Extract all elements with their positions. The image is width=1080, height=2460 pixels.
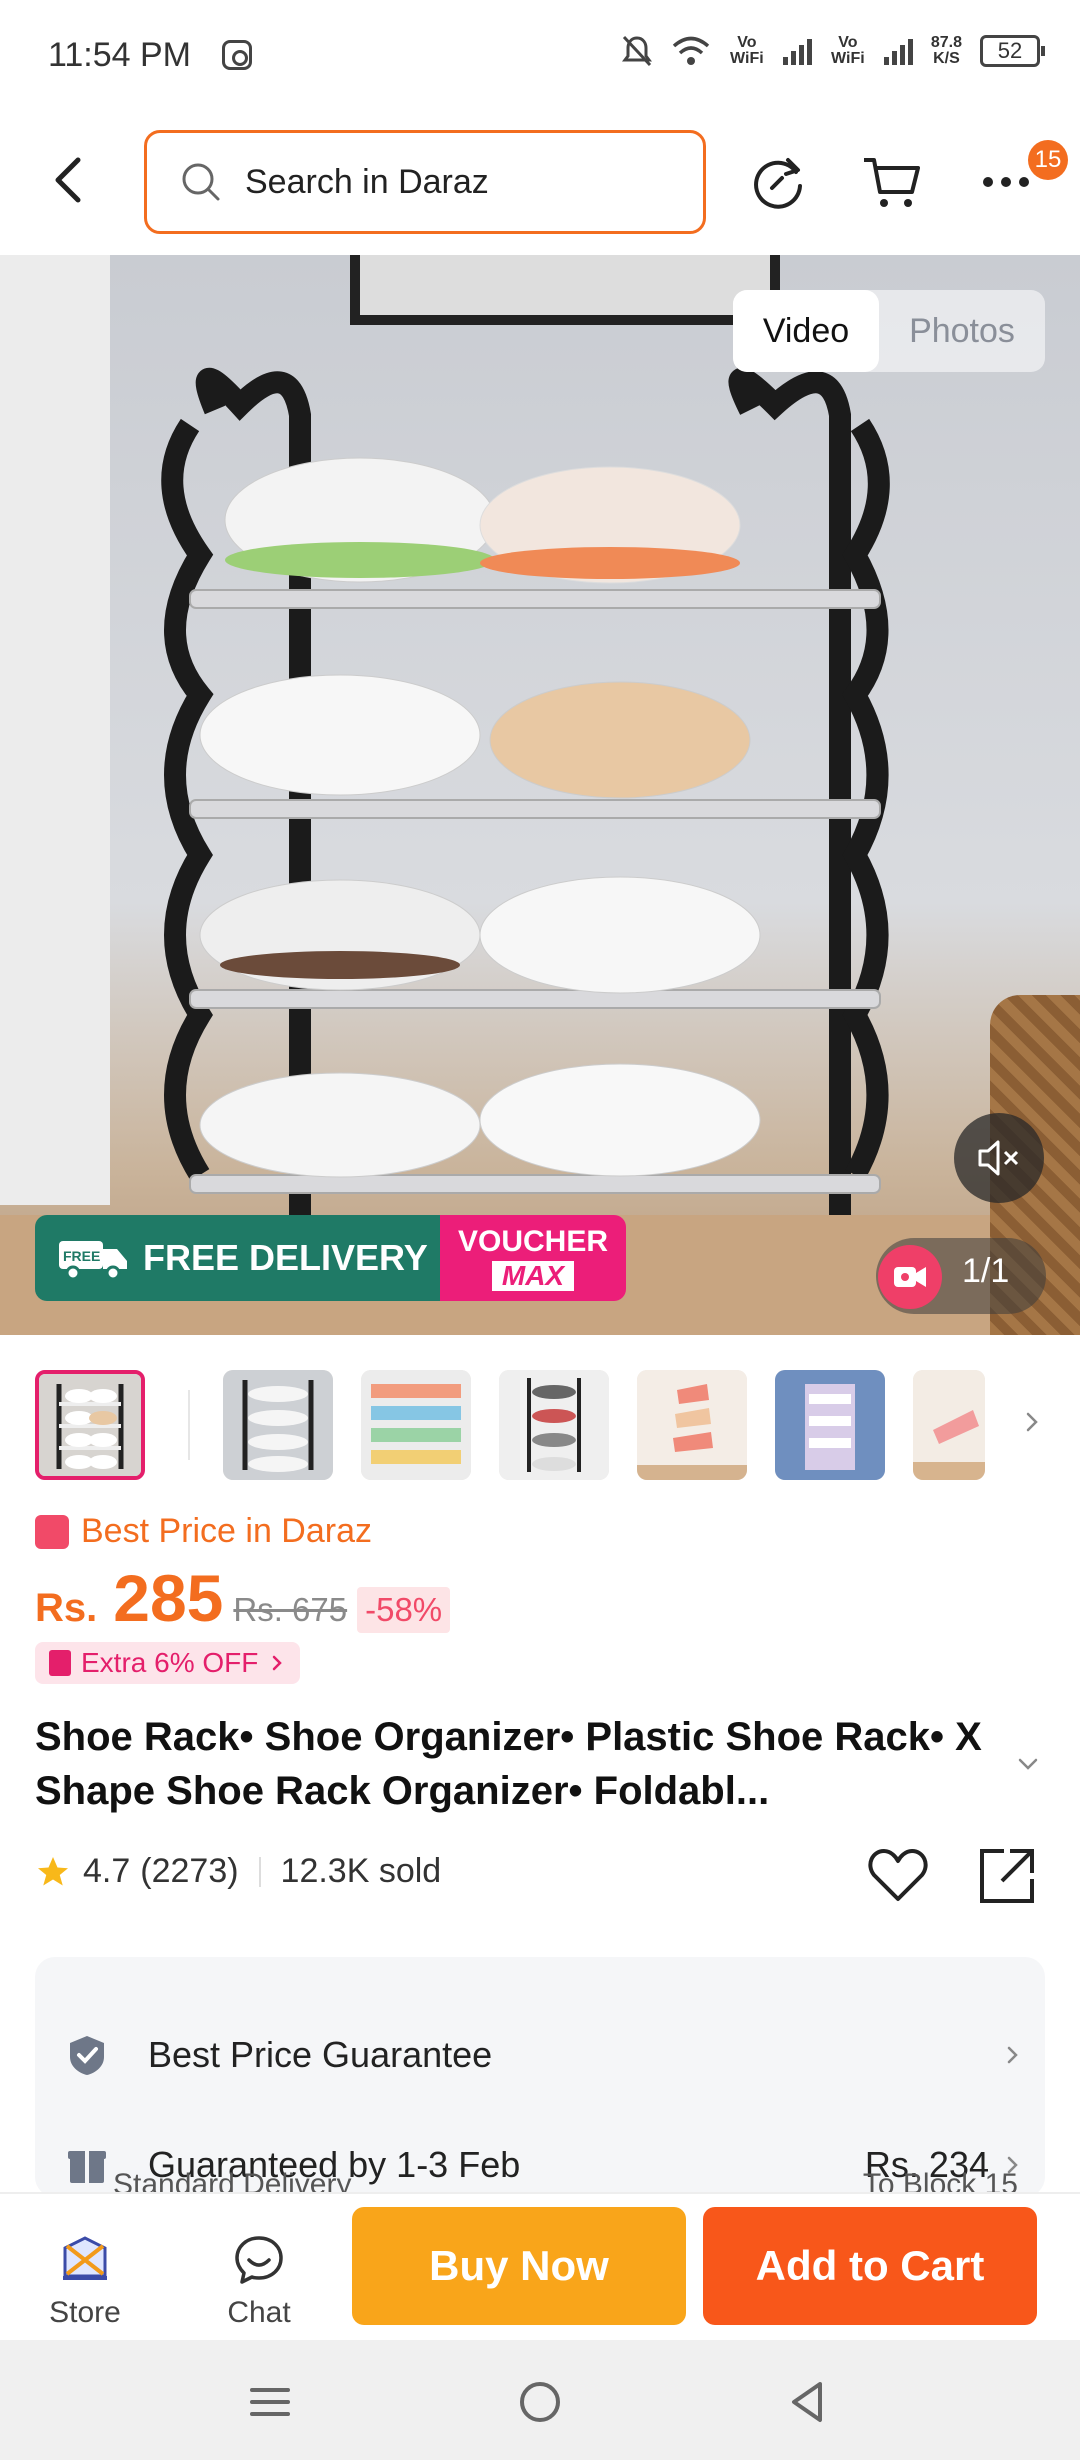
top-header: Search in Daraz 15 xyxy=(0,110,1080,255)
product-title: Shoe Rack• Shoe Organizer• Plastic Shoe … xyxy=(35,1715,982,1813)
sold-count: 12.3K sold xyxy=(280,1852,442,1890)
status-icons: Vo WiFi Vo WiFi 87.8 K/S 52 xyxy=(621,34,1045,68)
sim1-label: Vo WiFi xyxy=(730,34,764,67)
thumbnail-strip xyxy=(35,1370,1045,1485)
store-label: Store xyxy=(49,2296,121,2329)
free-tag: FREE xyxy=(63,1248,100,1264)
thumbnail-2-image xyxy=(223,1370,333,1480)
search-icon xyxy=(182,163,220,201)
extra-off-label: Extra 6% OFF xyxy=(81,1647,259,1678)
shoe-rack-illustration xyxy=(161,367,890,1215)
review-count: (2273) xyxy=(140,1852,239,1890)
mute-notifications-icon xyxy=(621,35,652,67)
shield-check-icon xyxy=(70,2036,104,2075)
discount-badge: -58% xyxy=(357,1587,451,1633)
best-price-icon xyxy=(35,1514,69,1549)
price-row: Rs. 285 Rs. 675 -58% xyxy=(35,1560,451,1636)
add-to-cart-button[interactable]: Add to Cart xyxy=(703,2207,1037,2325)
product-image[interactable]: Video Photos xyxy=(0,255,1080,1335)
thumbnail-3[interactable] xyxy=(361,1370,471,1480)
guarantee-label: Best Price Guarantee xyxy=(148,2034,493,2075)
signal-2-icon xyxy=(883,37,913,65)
thumbnail-5-image xyxy=(637,1370,747,1480)
extra-off-voucher[interactable]: Extra 6% OFF xyxy=(35,1642,301,1684)
package-icon xyxy=(68,2151,106,2183)
best-price-tag: Best Price in Daraz xyxy=(35,1512,372,1551)
rating-divider xyxy=(258,1856,261,1887)
delivery-truck-icon: FREE xyxy=(59,1241,127,1281)
voucher-max-label: MAX xyxy=(491,1261,575,1291)
rating-row[interactable]: 4.7 (2273) 12.3K sold xyxy=(35,1852,441,1891)
chat-button[interactable]: Chat xyxy=(199,2232,319,2330)
speaker-muted-icon xyxy=(978,1140,1019,1176)
status-time: 11:54 PM xyxy=(48,36,192,74)
video-play-button[interactable] xyxy=(878,1245,942,1309)
voucher-max-banner: VOUCHER MAX xyxy=(440,1215,626,1301)
thumbnail-2[interactable] xyxy=(223,1370,333,1480)
current-price: 285 xyxy=(113,1561,224,1635)
thumbnail-7[interactable] xyxy=(913,1370,985,1480)
rating-value: 4.7 xyxy=(83,1852,131,1890)
price-currency: Rs. xyxy=(35,1586,98,1630)
thumbnail-5[interactable] xyxy=(637,1370,747,1480)
tab-photos[interactable]: Photos xyxy=(879,290,1045,372)
chevron-right-icon xyxy=(273,1655,283,1671)
best-price-label: Best Price in Daraz xyxy=(81,1512,372,1550)
media-toggle: Video Photos xyxy=(733,290,1045,372)
cart-icon[interactable] xyxy=(860,150,924,214)
search-placeholder: Search in Daraz xyxy=(245,162,489,201)
store-icon xyxy=(63,2236,107,2280)
instagram-notification-icon xyxy=(222,40,252,70)
service-info-card: Best Price Guarantee Guaranteed by 1-3 F… xyxy=(35,1957,1045,2197)
cart-badge: 15 xyxy=(1028,140,1068,180)
thumbnail-divider xyxy=(188,1390,190,1460)
thumbnail-3-image xyxy=(361,1370,471,1480)
tab-video[interactable]: Video xyxy=(733,290,879,372)
network-speed-unit: K/S xyxy=(933,50,960,67)
network-speed-value: 87.8 xyxy=(930,34,962,51)
system-nav-bar xyxy=(0,2340,1080,2460)
media-counter: 1/1 xyxy=(962,1252,1010,1290)
expand-title-icon[interactable] xyxy=(1016,1752,1040,1776)
voucher-label: VOUCHER xyxy=(457,1225,608,1258)
thumbnail-4-image xyxy=(499,1370,609,1480)
battery-icon: 52 xyxy=(980,35,1045,67)
share-icon[interactable] xyxy=(976,1845,1038,1907)
sim2-label: Vo WiFi xyxy=(831,34,865,67)
thumbnail-4[interactable] xyxy=(499,1370,609,1480)
signal-1-icon xyxy=(782,37,812,65)
back-icon[interactable] xyxy=(780,2374,836,2430)
wishlist-heart-icon[interactable] xyxy=(866,1845,930,1905)
home-icon[interactable] xyxy=(512,2374,568,2430)
mute-button[interactable] xyxy=(954,1113,1044,1203)
star-icon xyxy=(38,1856,68,1885)
chat-icon xyxy=(235,2236,283,2284)
chat-label: Chat xyxy=(227,2296,291,2329)
thumbnail-7-image xyxy=(913,1370,985,1480)
thumbnail-1-image xyxy=(39,1374,141,1476)
status-bar: 11:54 PM Vo WiFi Vo WiFi 87.8 K/S 52 xyxy=(0,0,1080,110)
thumbnail-6[interactable] xyxy=(775,1370,885,1480)
buy-now-button[interactable]: Buy Now xyxy=(352,2207,686,2325)
share-refresh-icon[interactable] xyxy=(746,150,810,214)
video-camera-icon xyxy=(894,1267,926,1287)
free-delivery-label: FREE DELIVERY xyxy=(143,1237,428,1278)
recent-apps-icon[interactable] xyxy=(242,2374,298,2430)
voucher-icon xyxy=(49,1650,71,1676)
chevron-right-icon xyxy=(1007,2046,1018,2064)
free-delivery-banner: FREE FREE DELIVERY xyxy=(35,1215,440,1301)
thumbnail-6-image xyxy=(775,1370,885,1480)
network-speed: 87.8 K/S xyxy=(931,35,962,67)
search-bar[interactable]: Search in Daraz xyxy=(144,130,706,234)
thumbnail-1[interactable] xyxy=(35,1370,145,1480)
best-price-guarantee-row[interactable]: Best Price Guarantee xyxy=(35,2015,1045,2095)
original-price: Rs. 675 xyxy=(233,1591,348,1628)
store-button[interactable]: Store xyxy=(25,2232,145,2330)
wifi-icon xyxy=(672,36,710,65)
thumbnail-next-icon[interactable] xyxy=(1020,1410,1044,1434)
back-arrow-icon[interactable] xyxy=(40,150,100,210)
